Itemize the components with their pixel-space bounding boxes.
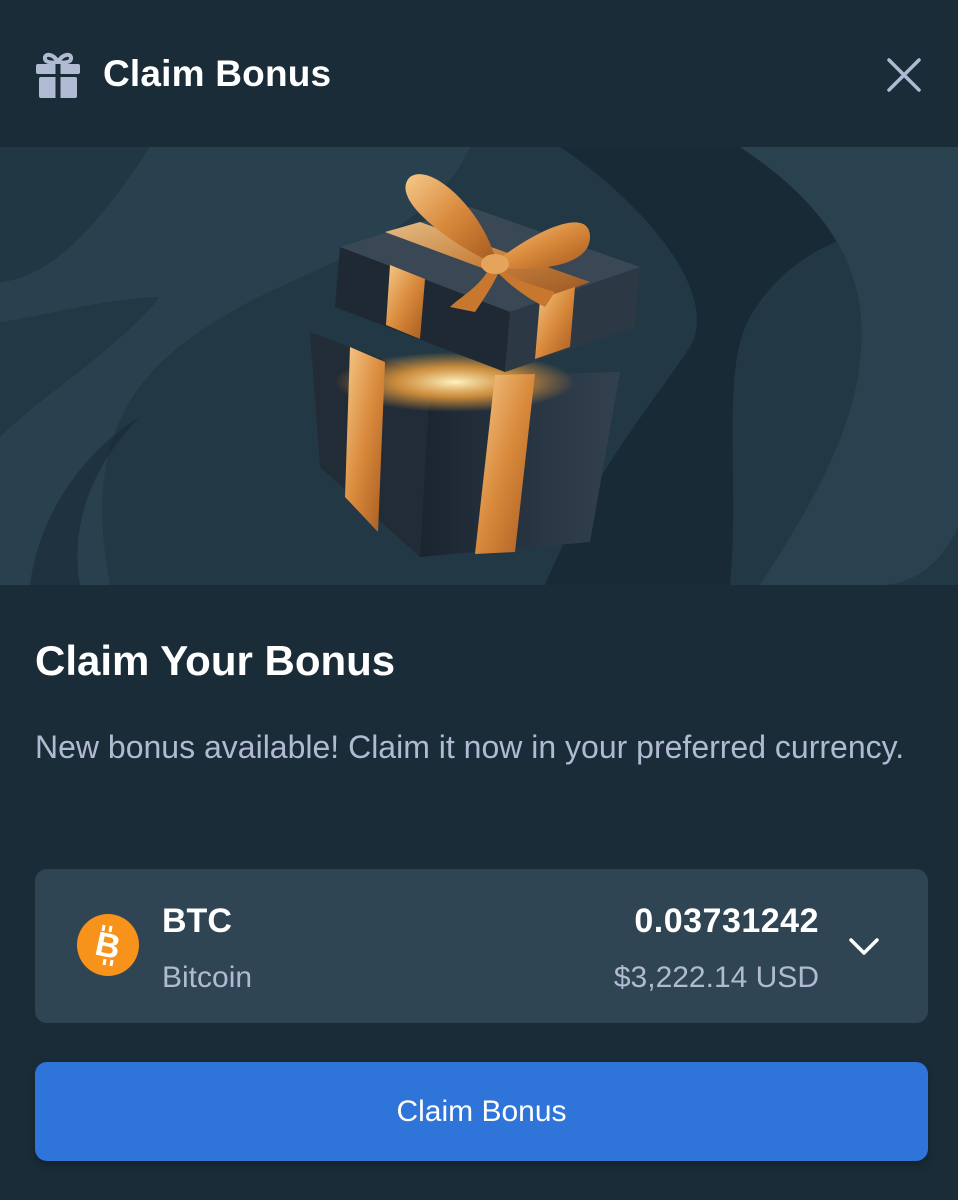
chevron-down-icon: [849, 938, 879, 955]
currency-code: BTC: [162, 902, 232, 940]
modal-title: Claim Bonus: [103, 53, 332, 94]
bonus-description: New bonus available! Claim it now in you…: [35, 729, 905, 765]
currency-name: Bitcoin: [162, 961, 253, 994]
modal-header: Claim Bonus: [0, 0, 958, 147]
currency-selector[interactable]: B BTC Bitcoin 0.03731242 $3,222.14 USD: [35, 869, 928, 1023]
bonus-banner: [0, 147, 958, 585]
claim-bonus-button[interactable]: Claim Bonus: [35, 1062, 928, 1161]
close-button[interactable]: [876, 47, 932, 103]
currency-usd-value: $3,222.14 USD: [613, 961, 819, 994]
gift-icon: [36, 52, 80, 98]
bonus-heading: Claim Your Bonus: [35, 637, 396, 684]
currency-amount: 0.03731242: [634, 902, 819, 940]
close-icon: [887, 58, 921, 92]
gift-box-image: [310, 174, 640, 557]
claim-bonus-modal: Claim Bonus Claim Your Bonus New bonus a…: [0, 0, 958, 1200]
bitcoin-icon: B: [77, 914, 139, 976]
